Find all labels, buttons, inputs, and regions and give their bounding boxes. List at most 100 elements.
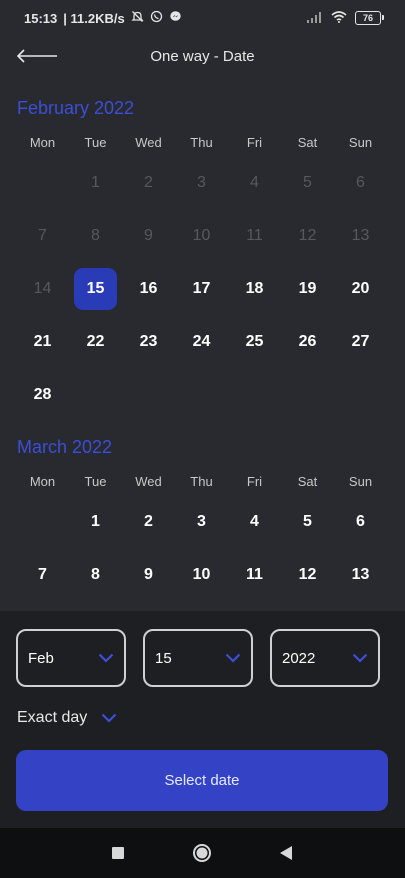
date-flexibility-dropdown[interactable]: Exact day xyxy=(17,709,117,727)
weekday-wed: Wed xyxy=(135,134,162,150)
weekday-mon: Mon xyxy=(29,473,56,489)
calendar-day[interactable]: 21 xyxy=(21,321,64,363)
calendar-day[interactable]: 28 xyxy=(21,374,64,416)
calendar-day: 13 xyxy=(351,226,370,244)
calendar-empty-cell xyxy=(180,374,223,416)
calendar-day[interactable]: 24 xyxy=(180,321,223,363)
calendar-day[interactable]: 17 xyxy=(180,268,223,310)
weekday-sun: Sun xyxy=(348,134,373,150)
calendar-day[interactable]: 10 xyxy=(180,554,223,596)
weekday-thu: Thu xyxy=(190,473,213,489)
calendar-day[interactable]: 13 xyxy=(339,554,382,596)
weekday-fri: Fri xyxy=(246,134,263,150)
month-select[interactable]: Feb xyxy=(16,629,126,687)
chevron-down-icon xyxy=(101,713,117,723)
calendar-day[interactable]: 23 xyxy=(127,321,170,363)
calendar-day-selected[interactable]: 15 xyxy=(74,267,117,310)
weekday-header: Mon Tue Wed Thu Fri Sat Sun xyxy=(16,128,405,156)
system-back-button[interactable] xyxy=(272,828,300,878)
calendar-day[interactable]: 9 xyxy=(127,554,170,596)
calendar-day[interactable]: 3 xyxy=(180,501,223,543)
calendar-week: 28 xyxy=(16,368,405,421)
calendar-week: 123456 xyxy=(16,156,405,209)
weekday-mon: Mon xyxy=(29,134,56,150)
date-flexibility-label: Exact day xyxy=(17,709,88,726)
month-march: March 2022 Mon Tue Wed Thu Fri Sat Sun 1… xyxy=(0,427,405,601)
calendar-day: 14 xyxy=(33,279,52,297)
calendar-empty-cell xyxy=(21,162,64,204)
calendar-week: 21 22 23 24 25 26 27 xyxy=(16,315,405,368)
calendar-day[interactable]: 19 xyxy=(286,268,329,310)
recents-button[interactable] xyxy=(104,828,132,878)
system-nav-bar xyxy=(0,828,405,878)
calendar-empty-cell xyxy=(286,374,329,416)
weekday-wed: Wed xyxy=(135,473,162,489)
calendar-day: 3 xyxy=(197,173,206,191)
calendar-day: 11 xyxy=(246,226,263,244)
calendar-day[interactable]: 25 xyxy=(233,321,276,363)
calendar-day[interactable]: 26 xyxy=(286,321,329,363)
signal-icon xyxy=(307,11,323,26)
calendar-day[interactable]: 6 xyxy=(339,501,382,543)
weekday-fri: Fri xyxy=(246,473,263,489)
weekday-sat: Sat xyxy=(297,134,318,150)
wifi-icon xyxy=(331,10,347,26)
back-button[interactable] xyxy=(16,46,60,66)
select-date-button[interactable]: Select date xyxy=(16,750,388,811)
weekday-tue: Tue xyxy=(84,473,107,489)
calendar-day: 10 xyxy=(192,226,211,244)
weeks: 1 2 3 4 5 6 7 8 9 10 11 12 13 xyxy=(0,495,405,601)
month-february: February 2022 Mon Tue Wed Thu Fri Sat Su… xyxy=(0,88,405,421)
status-bar-right: 76 xyxy=(307,10,384,26)
app-bar: One way - Date xyxy=(0,36,405,76)
muted-bell-icon xyxy=(131,10,144,26)
calendar-day[interactable]: 16 xyxy=(127,268,170,310)
chevron-down-icon xyxy=(225,653,241,663)
calendar-week: 7 8 9 10 11 12 13 xyxy=(16,209,405,262)
calendar-week: 14 15 16 17 18 19 20 xyxy=(16,262,405,315)
year-select[interactable]: 2022 xyxy=(270,629,380,687)
square-icon xyxy=(112,847,124,859)
calendar-day: 7 xyxy=(38,226,47,244)
calendar-day[interactable]: 7 xyxy=(21,554,64,596)
calendar-day: 5 xyxy=(303,173,312,191)
month-title: March 2022 xyxy=(17,437,113,457)
calendar-day[interactable]: 22 xyxy=(74,321,117,363)
calendar-day[interactable]: 12 xyxy=(286,554,329,596)
calendar-day[interactable]: 8 xyxy=(74,554,117,596)
status-network-speed: | 11.2KB/s xyxy=(63,10,125,26)
calendar-day[interactable]: 5 xyxy=(286,501,329,543)
date-selection-panel: Feb 15 2022 Exact day Select date xyxy=(0,611,405,828)
calendar-day: 2 xyxy=(144,173,153,191)
calendar-day[interactable]: 11 xyxy=(233,554,276,596)
calendar-day[interactable]: 20 xyxy=(339,268,382,310)
calendar-day: 4 xyxy=(250,173,259,191)
calendar-day[interactable]: 2 xyxy=(127,501,170,543)
calendar-empty-cell xyxy=(127,374,170,416)
calendar-empty-cell xyxy=(21,501,64,543)
calendar-day[interactable]: 27 xyxy=(339,321,382,363)
calendar[interactable]: February 2022 Mon Tue Wed Thu Fri Sat Su… xyxy=(0,88,405,611)
calendar-day: 8 xyxy=(91,226,100,244)
calendar-week: 7 8 9 10 11 12 13 xyxy=(16,548,405,601)
year-select-value: 2022 xyxy=(282,649,316,667)
weekday-thu: Thu xyxy=(190,134,213,150)
chevron-down-icon xyxy=(352,653,368,663)
home-button[interactable] xyxy=(188,828,216,878)
calendar-empty-cell xyxy=(74,374,117,416)
calendar-day[interactable]: 4 xyxy=(233,501,276,543)
month-title: February 2022 xyxy=(17,98,135,118)
triangle-back-icon xyxy=(279,846,292,860)
calendar-day: 6 xyxy=(356,173,365,191)
chevron-down-icon xyxy=(98,653,114,663)
day-select[interactable]: 15 xyxy=(143,629,253,687)
circle-icon xyxy=(193,844,211,862)
weekday-sat: Sat xyxy=(297,473,318,489)
calendar-day[interactable]: 1 xyxy=(74,501,117,543)
calendar-day[interactable]: 18 xyxy=(233,268,276,310)
weekday-header: Mon Tue Wed Thu Fri Sat Sun xyxy=(16,467,405,495)
status-time: 15:13 xyxy=(24,10,58,26)
calendar-week: 123456 xyxy=(16,495,405,548)
status-bar-left: 15:13 | 11.2KB/s xyxy=(24,10,182,26)
whatsapp-icon xyxy=(150,10,163,26)
